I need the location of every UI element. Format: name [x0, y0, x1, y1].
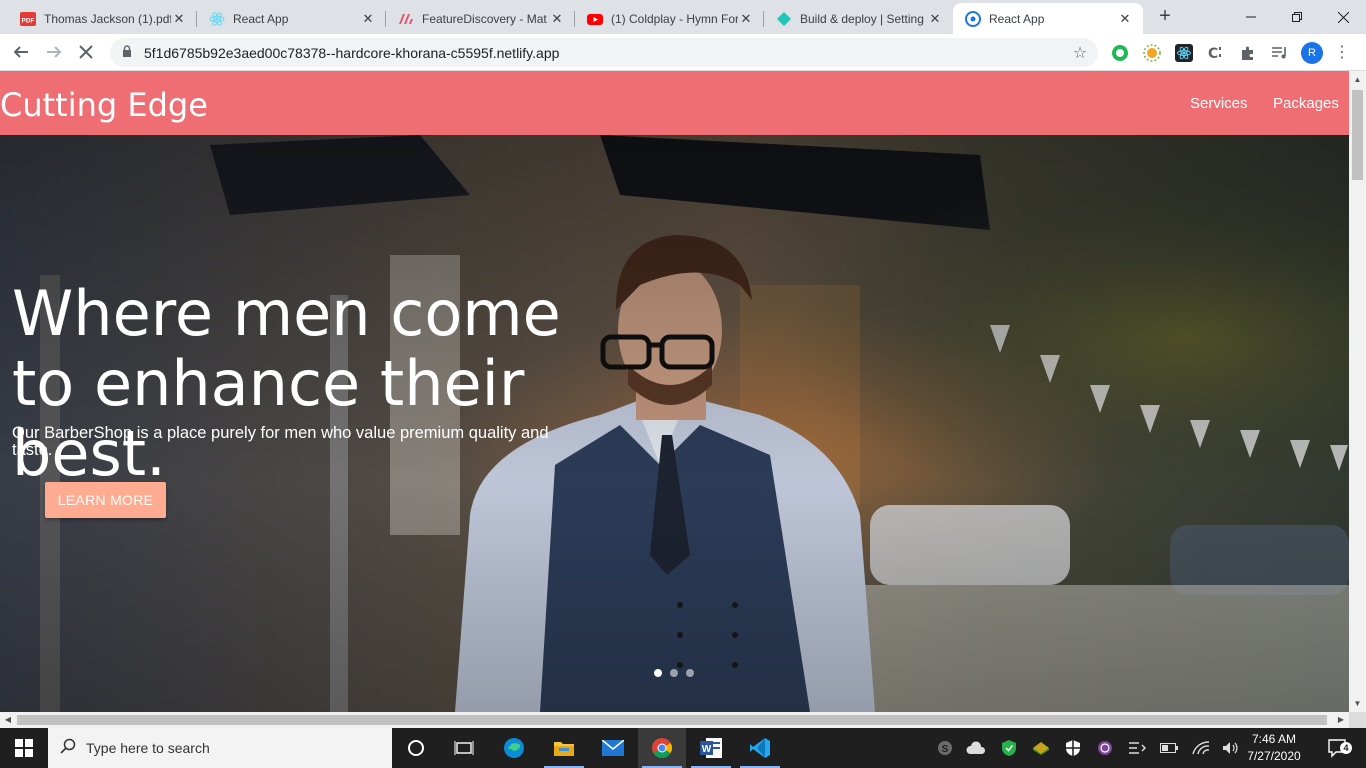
vertical-scrollbar[interactable]: ▲ ▼ [1349, 71, 1366, 712]
security-tray-icon[interactable] [1062, 728, 1084, 768]
extension-green-icon[interactable] [1110, 43, 1130, 63]
tab-title: React App [989, 11, 1045, 26]
brand-logo[interactable]: Cutting Edge [0, 86, 208, 124]
react-icon [209, 11, 225, 27]
profile-avatar[interactable]: R [1301, 42, 1323, 64]
hero-subtitle: Our BarberShop is a place purely for men… [12, 424, 549, 459]
vscode-icon[interactable] [736, 728, 784, 768]
tab-title: React App [233, 11, 289, 26]
back-arrow-icon[interactable] [7, 38, 35, 66]
close-window-icon[interactable] [1320, 0, 1366, 34]
scroll-up-arrow-icon[interactable]: ▲ [1349, 71, 1366, 88]
slider-dot[interactable] [654, 669, 662, 677]
bookmark-star-icon[interactable]: ☆ [1068, 43, 1092, 63]
clock-date: 7/27/2020 [1247, 749, 1301, 763]
chrome-icon[interactable] [638, 728, 686, 768]
browser-toolbar: 5f1d6785b92e3aed00c78378--hardcore-khora… [0, 34, 1366, 71]
app-tray-icon[interactable] [1030, 728, 1052, 768]
tab-title: Build & deploy | Setting [800, 11, 924, 26]
shield-icon[interactable] [998, 728, 1020, 768]
site-navbar: Cutting Edge Services Packages [0, 71, 1349, 135]
nav-link-packages[interactable]: Packages [1273, 95, 1339, 112]
stop-loading-icon[interactable] [72, 38, 100, 66]
svg-text:W: W [702, 744, 712, 755]
close-icon[interactable]: ✕ [927, 11, 943, 27]
windows-start-icon[interactable] [0, 728, 48, 768]
web-page: Cutting Edge Services Packages Where men… [0, 71, 1349, 712]
address-bar[interactable]: 5f1d6785b92e3aed00c78378--hardcore-khora… [110, 38, 1098, 67]
close-icon[interactable]: ✕ [549, 11, 565, 27]
browser-tab[interactable]: FeatureDiscovery - Mat ✕ [386, 3, 575, 34]
taskbar-clock[interactable]: 7:46 AM 7/27/2020 [1244, 731, 1304, 765]
search-icon [60, 738, 76, 759]
svg-text:PDF: PDF [22, 17, 35, 24]
forward-arrow-icon[interactable] [40, 38, 68, 66]
clock-time: 7:46 AM [1251, 732, 1297, 746]
search-placeholder: Type here to search [86, 740, 210, 756]
file-explorer-icon[interactable] [540, 728, 588, 768]
menu-dots-icon[interactable]: ⋮ [1334, 41, 1350, 65]
react-devtools-icon[interactable] [1174, 43, 1194, 63]
action-center-icon[interactable]: 4 [1318, 728, 1358, 768]
browser-tab[interactable]: React App ✕ [197, 3, 386, 34]
tab-title: FeatureDiscovery - Mat [422, 11, 547, 26]
restore-icon[interactable] [1274, 0, 1320, 34]
close-icon[interactable]: ✕ [738, 11, 754, 27]
weather-cloud-icon[interactable] [964, 728, 988, 768]
extensions-puzzle-icon[interactable] [1238, 43, 1258, 63]
new-tab-button[interactable]: + [1154, 6, 1176, 28]
pdf-icon: PDF [20, 11, 36, 27]
browser-tab-strip: PDF Thomas Jackson (1).pdf ✕ React App ✕… [0, 0, 1366, 34]
input-method-icon[interactable] [1126, 728, 1148, 768]
media-queue-icon[interactable] [1270, 43, 1290, 63]
scroll-right-arrow-icon[interactable]: ▶ [1333, 712, 1349, 728]
browser-tab[interactable]: (1) Coldplay - Hymn For ✕ [575, 3, 764, 34]
close-icon[interactable]: ✕ [1117, 11, 1133, 27]
windows-taskbar: Type here to search W S 7:46 AM 7/27/202… [0, 728, 1366, 768]
browser-tab-active[interactable]: React App ✕ [953, 3, 1143, 34]
slider-dot[interactable] [686, 669, 694, 677]
youtube-icon [587, 11, 603, 27]
scrollbar-thumb[interactable] [1352, 90, 1363, 180]
horizontal-scrollbar[interactable]: ◀ ▶ [0, 712, 1349, 728]
scroll-down-arrow-icon[interactable]: ▼ [1349, 695, 1366, 712]
scroll-left-arrow-icon[interactable]: ◀ [0, 712, 16, 728]
svg-text:C: C [1208, 46, 1218, 62]
word-icon[interactable]: W [687, 728, 735, 768]
slider-dot[interactable] [670, 669, 678, 677]
battery-icon[interactable] [1158, 728, 1180, 768]
close-icon[interactable]: ✕ [171, 11, 187, 27]
skype-icon[interactable]: S [934, 728, 956, 768]
cortana-icon[interactable] [392, 728, 440, 768]
notification-count-badge: 4 [1340, 742, 1352, 754]
react-icon [965, 10, 981, 27]
minimize-icon[interactable] [1228, 0, 1274, 34]
edge-browser-icon[interactable] [490, 728, 538, 768]
material-icon [398, 11, 414, 27]
scrollbar-thumb[interactable] [17, 715, 1327, 725]
nav-link-services[interactable]: Services [1190, 95, 1248, 112]
tab-title: (1) Coldplay - Hymn For [611, 11, 738, 26]
netlify-icon [776, 11, 792, 27]
taskbar-search-input[interactable]: Type here to search [48, 728, 392, 768]
svg-text:S: S [942, 744, 949, 755]
learn-more-button[interactable]: LEARN MORE [45, 482, 166, 518]
scrollbar-corner [1349, 712, 1366, 728]
hero-slider: Where men come to enhance their best. Ou… [0, 135, 1349, 712]
browser-tab[interactable]: PDF Thomas Jackson (1).pdf ✕ [8, 3, 197, 34]
tor-tray-icon[interactable] [1094, 728, 1116, 768]
extension-sun-icon[interactable] [1142, 43, 1162, 63]
mail-icon[interactable] [589, 728, 637, 768]
extension-c-icon[interactable]: C [1206, 43, 1226, 63]
lock-icon[interactable] [122, 45, 138, 60]
volume-icon[interactable] [1220, 728, 1242, 768]
close-icon[interactable]: ✕ [360, 11, 376, 27]
slider-indicators [654, 669, 694, 677]
tab-title: Thomas Jackson (1).pdf [44, 11, 171, 26]
task-view-icon[interactable] [440, 728, 488, 768]
browser-tab[interactable]: Build & deploy | Setting ✕ [764, 3, 953, 34]
url-text: 5f1d6785b92e3aed00c78378--hardcore-khora… [144, 44, 560, 61]
wifi-icon[interactable] [1190, 728, 1212, 768]
